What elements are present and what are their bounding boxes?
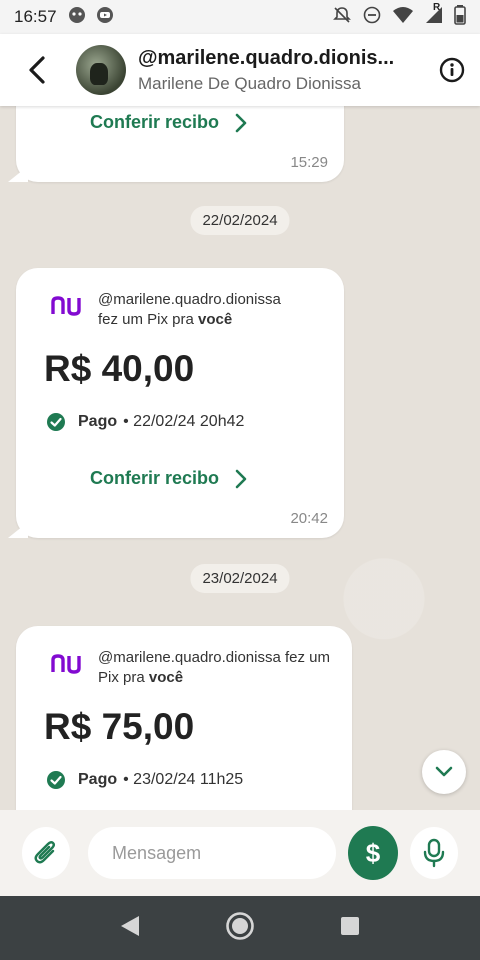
signal-label: R	[433, 1, 441, 13]
chevron-right-icon	[235, 113, 247, 132]
back-arrow-icon	[29, 56, 45, 84]
pix-sender: @marilene.quadro.dionissa	[98, 291, 281, 308]
send-pix-button[interactable]: $	[348, 826, 398, 880]
view-receipt-label: Conferir recibo	[90, 112, 220, 132]
info-button[interactable]	[424, 34, 480, 106]
avatar[interactable]	[76, 45, 126, 95]
nav-recents-icon[interactable]	[339, 915, 361, 942]
microphone-icon	[423, 838, 445, 868]
chevron-down-icon	[435, 766, 453, 777]
nubank-logo-icon	[51, 654, 81, 674]
paperclip-icon	[34, 841, 56, 864]
pix-sender-text: @marilene.quadro.dionissa fez um Pix pra…	[98, 290, 338, 330]
check-circle-icon	[47, 413, 65, 431]
pix-amount: R$ 75,00	[44, 706, 195, 747]
pix-recipient: você	[198, 311, 233, 328]
pix-status-label: Pago	[78, 771, 118, 788]
date-separator: 22/02/2024	[190, 206, 290, 235]
dollar-icon: $	[365, 837, 381, 868]
status-time: 16:57	[14, 7, 57, 26]
pix-amount: R$ 40,00	[44, 348, 195, 389]
notification-off-icon	[332, 5, 352, 30]
pix-recipient: você	[148, 669, 184, 686]
pix-sender-text: @marilene.quadro.dionissa fez um Pix pra…	[98, 648, 342, 688]
pix-status: Pago • 23/02/24 11h25	[46, 770, 243, 790]
info-icon	[439, 57, 465, 83]
message-time: 20:42	[290, 510, 328, 527]
battery-icon	[454, 4, 466, 30]
message-composer: $	[0, 810, 480, 896]
pix-action-text: fez um Pix pra	[98, 311, 194, 328]
pix-status-detail: • 23/02/24 11h25	[123, 771, 244, 788]
ghost-app-icon	[67, 5, 87, 30]
pix-message-bubble: @marilene.quadro.dionissa fez um Pix pra…	[16, 626, 352, 810]
date-separator: 23/02/2024	[190, 564, 290, 593]
pix-status-label: Pago	[78, 413, 118, 430]
system-nav-bar	[0, 896, 480, 960]
nav-home-icon[interactable]	[225, 911, 255, 946]
view-receipt-button[interactable]: Conferir recibo	[90, 468, 247, 489]
view-receipt-button[interactable]: Conferir recibo	[90, 112, 247, 133]
chevron-right-icon	[235, 469, 247, 488]
back-button[interactable]	[10, 34, 66, 106]
check-circle-icon	[47, 771, 65, 789]
youtube-icon	[95, 5, 115, 30]
voice-message-button[interactable]	[409, 827, 458, 879]
pix-sender: @marilene.quadro.dionissa	[98, 649, 281, 666]
pix-status: Pago • 22/02/24 20h42	[46, 412, 244, 432]
nav-back-icon[interactable]	[119, 914, 141, 943]
nubank-logo-icon	[51, 296, 81, 316]
contact-info[interactable]: @marilene.quadro.dionis... Marilene De Q…	[138, 47, 424, 94]
contact-handle: @marilene.quadro.dionis...	[138, 46, 395, 69]
message-input[interactable]	[88, 827, 337, 879]
scroll-to-bottom-button[interactable]	[422, 750, 466, 794]
attach-button[interactable]	[22, 827, 71, 879]
dnd-icon	[362, 5, 382, 30]
wifi-icon	[392, 6, 414, 29]
pix-status-detail: • 22/02/24 20h42	[123, 413, 245, 430]
pix-message-bubble: Conferir recibo 15:29	[8, 106, 344, 182]
status-bar: 16:57 R	[0, 0, 480, 34]
view-receipt-label: Conferir recibo	[90, 468, 220, 488]
contact-name: Marilene De Quadro Dionissa	[138, 73, 361, 93]
chat-header: @marilene.quadro.dionis... Marilene De Q…	[0, 34, 480, 106]
signal-icon: R	[424, 2, 444, 29]
message-time: 15:29	[290, 154, 328, 171]
pix-message-bubble: @marilene.quadro.dionissa fez um Pix pra…	[8, 268, 344, 538]
chat-area[interactable]: Conferir recibo 15:29 22/02/2024 @marile…	[0, 106, 480, 810]
